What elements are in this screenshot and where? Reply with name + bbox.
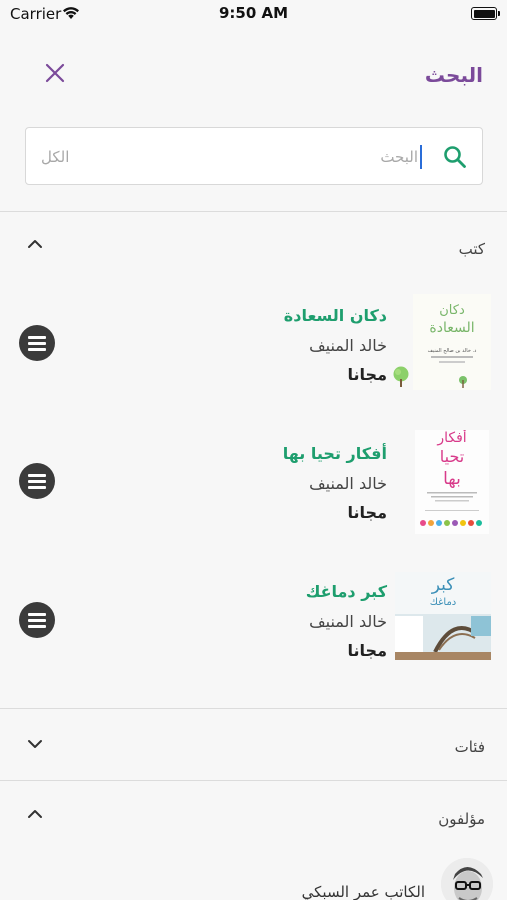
cover-line2: دماغك <box>430 597 457 608</box>
page-title: البحث <box>424 63 483 87</box>
cover-line1: أفكار <box>436 430 466 446</box>
book-price: مجانا <box>347 503 387 522</box>
search-input[interactable] <box>168 143 418 171</box>
book-menu-button[interactable] <box>19 602 55 638</box>
battery-icon <box>471 7 500 20</box>
book-cover: أفكار تحيا بها <box>415 430 489 534</box>
cover-line1: كبر <box>431 575 456 595</box>
book-item[interactable]: كبر دماغك كبر دماغك خالد المنيف مجانا <box>0 562 507 680</box>
book-cover: كبر دماغك <box>395 572 491 660</box>
book-item[interactable]: أفكار تحيا بها أفكار تحيا بها خالد المني… <box>0 422 507 540</box>
cover-line2: تحيا <box>440 447 464 466</box>
search-icon[interactable] <box>442 144 468 170</box>
section-title-books[interactable]: كتب <box>459 240 485 258</box>
status-time: 9:50 AM <box>218 4 289 22</box>
cover-byline: د. خالد بن صالح المنيف <box>428 348 477 354</box>
book-cover-art: كبر دماغك <box>395 572 491 660</box>
author-photo <box>441 858 493 900</box>
book-title[interactable]: كبر دماغك <box>306 582 387 601</box>
chevron-up-icon[interactable] <box>26 235 44 253</box>
section-title-authors[interactable]: مؤلفون <box>438 810 485 828</box>
chevron-up-icon[interactable] <box>26 805 44 823</box>
tree-icon <box>393 366 409 387</box>
book-price: مجانا <box>347 365 387 384</box>
divider <box>0 211 507 212</box>
book-cover-art: دكان السعادة د. خالد بن صالح المنيف <box>413 294 491 390</box>
text-cursor <box>420 145 422 169</box>
book-menu-button[interactable] <box>19 325 55 361</box>
divider <box>0 780 507 781</box>
book-author: خالد المنيف <box>309 474 387 493</box>
book-menu-button[interactable] <box>19 463 55 499</box>
book-title[interactable]: دكان السعادة <box>284 306 387 325</box>
book-item[interactable]: دكان السعادة د. خالد بن صالح المنيف دكان… <box>0 284 507 402</box>
author-name[interactable]: الكاتب عمر السبكي <box>302 883 425 900</box>
book-cover: دكان السعادة د. خالد بن صالح المنيف <box>413 294 491 390</box>
divider <box>0 708 507 709</box>
status-bar: Carrier 9:50 AM <box>0 0 507 28</box>
close-icon <box>45 63 65 83</box>
book-cover-art: أفكار تحيا بها <box>415 430 489 534</box>
book-title[interactable]: أفكار تحيا بها <box>283 444 387 463</box>
section-title-categories[interactable]: فئات <box>455 738 485 756</box>
search-box[interactable]: الكل <box>25 127 483 185</box>
cover-line1: دكان <box>439 303 465 318</box>
book-author: خالد المنيف <box>309 612 387 631</box>
book-price: مجانا <box>347 641 387 660</box>
book-author: خالد المنيف <box>309 336 387 355</box>
chevron-down-icon[interactable] <box>26 735 44 753</box>
cover-line2: السعادة <box>429 320 474 336</box>
close-button[interactable] <box>40 58 70 88</box>
avatar <box>441 858 493 900</box>
author-item[interactable]: الكاتب عمر السبكي <box>0 850 507 900</box>
cover-line3: بها <box>443 469 461 489</box>
search-scope[interactable]: الكل <box>41 148 69 166</box>
